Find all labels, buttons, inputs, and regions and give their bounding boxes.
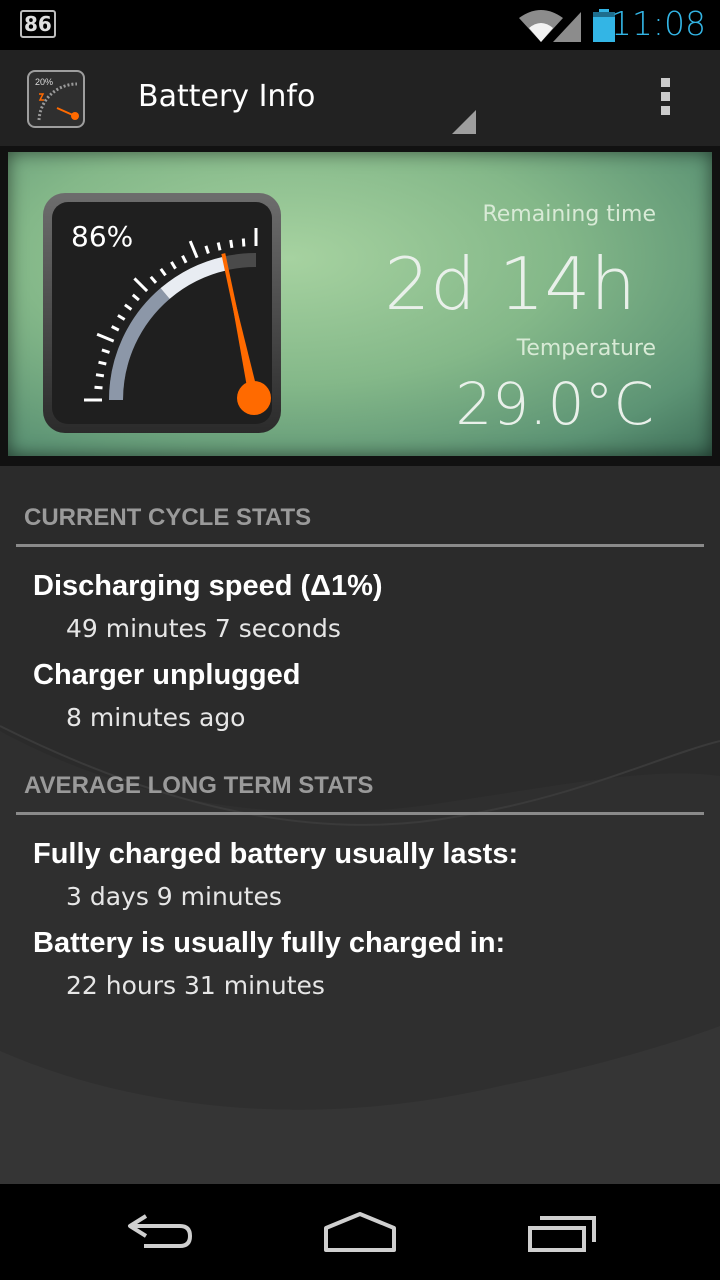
stat-title-charge-time: Battery is usually fully charged in:	[33, 927, 506, 959]
section-divider	[16, 812, 704, 815]
gauge-hub	[237, 381, 271, 415]
stat-value-charge-lasts: 3 days 9 minutes	[66, 882, 282, 911]
app-icon[interactable]: 20%	[27, 70, 85, 128]
back-icon[interactable]	[124, 1210, 196, 1254]
remaining-time-label: Remaining time	[482, 202, 656, 227]
section-divider	[16, 544, 704, 547]
temperature-label: Temperature	[516, 336, 656, 361]
gauge-app-icon: 20%	[35, 77, 79, 121]
status-bar: 86 11:08	[0, 0, 720, 50]
section-header-current-cycle: CURRENT CYCLE STATS	[24, 504, 312, 531]
gauge-tick	[241, 238, 246, 247]
gauge-tick	[229, 239, 234, 249]
stat-title-charge-lasts: Fully charged battery usually lasts:	[33, 838, 519, 870]
gauge-tick	[216, 242, 222, 251]
clock: 11:08	[610, 4, 706, 43]
wifi-icon	[519, 10, 563, 42]
battery-panel: 86% Remaining time 2d 14h Temperature 29…	[8, 152, 712, 456]
app-icon-text: 20%	[35, 77, 53, 87]
recent-apps-icon[interactable]	[526, 1210, 598, 1254]
app-title[interactable]: Battery Info	[138, 79, 315, 114]
stat-value-discharging-speed: 49 minutes 7 seconds	[66, 614, 341, 643]
notification-badge: 86	[20, 10, 56, 38]
stat-title-charger-unplugged: Charger unplugged	[33, 659, 301, 691]
stats-content[interactable]: CURRENT CYCLE STATS Discharging speed (Δ…	[0, 466, 720, 1184]
gauge-tick	[95, 373, 105, 378]
remaining-time-value: 2d 14h	[384, 242, 636, 326]
spinner-indicator-icon[interactable]	[452, 110, 476, 134]
home-icon[interactable]	[322, 1210, 398, 1254]
stat-value-charge-time: 22 hours 31 minutes	[66, 971, 325, 1000]
overflow-menu-icon[interactable]	[655, 78, 675, 122]
stat-title-discharging-speed: Discharging speed (Δ1%)	[33, 570, 383, 602]
gauge-percentage: 86%	[71, 220, 134, 253]
stat-value-charger-unplugged: 8 minutes ago	[66, 703, 246, 732]
battery-panel-frame: 86% Remaining time 2d 14h Temperature 29…	[0, 146, 720, 466]
temperature-value: 29.0°C	[455, 370, 654, 438]
gauge-tick	[98, 360, 107, 366]
status-icons	[519, 10, 581, 42]
section-header-long-term: AVERAGE LONG TERM STATS	[24, 772, 374, 799]
navigation-bar	[0, 1184, 720, 1280]
gauge-tick	[94, 385, 103, 390]
action-bar: 20% Battery Info	[0, 50, 720, 146]
